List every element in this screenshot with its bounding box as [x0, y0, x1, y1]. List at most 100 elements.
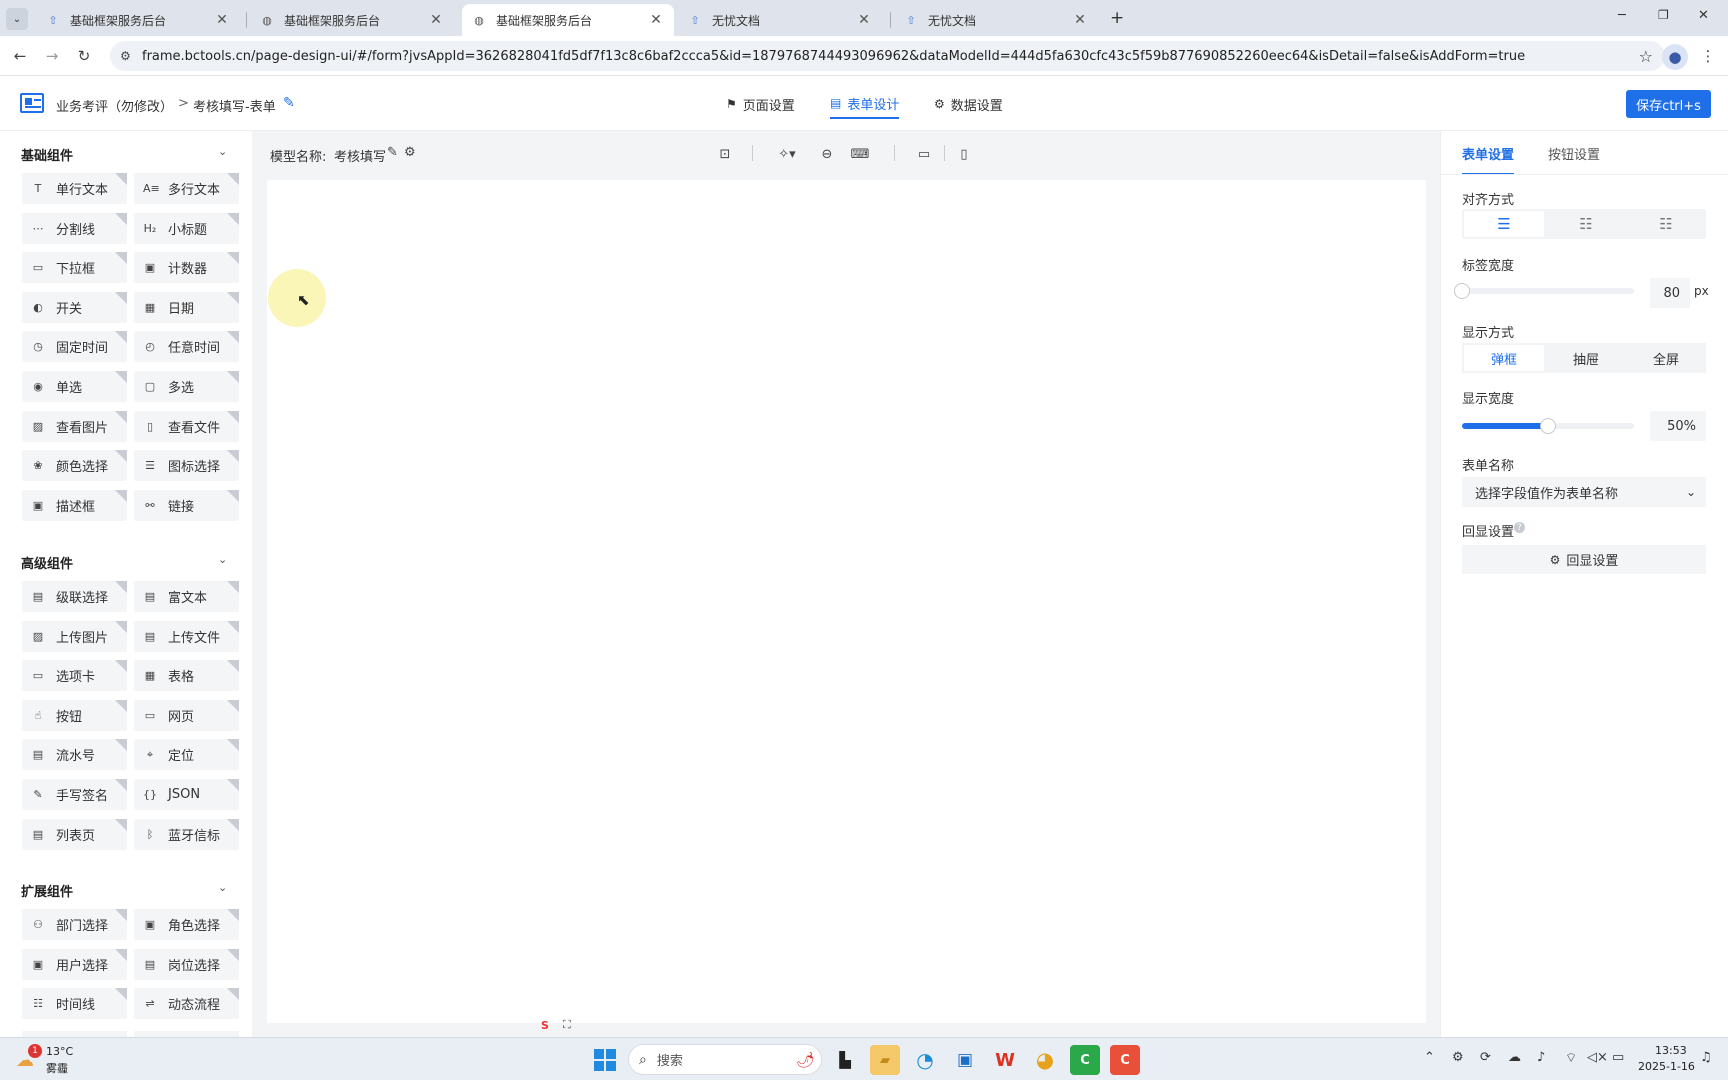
volume-muted-icon[interactable]: ◁×	[1587, 1050, 1608, 1065]
component-item[interactable]: ▤ 上传文件	[134, 620, 239, 652]
microphone-icon[interactable]: ♪	[1537, 1050, 1545, 1065]
collapse-chevron-icon[interactable]: ⌄	[218, 881, 227, 894]
component-item[interactable]: ▭ 选项卡	[22, 660, 127, 692]
tab-form-settings[interactable]: 表单设置	[1462, 144, 1515, 175]
component-item[interactable]: ☷ 时间线	[22, 988, 127, 1020]
close-window-icon[interactable]: ✕	[1698, 8, 1709, 23]
browser-tab[interactable]: ⇧ 无忧文档 ✕	[678, 4, 882, 36]
component-item[interactable]: ▭ 网页	[134, 699, 239, 731]
component-item[interactable]: ☰ 图标选择	[134, 450, 239, 482]
form-canvas[interactable]: ⬉	[267, 180, 1426, 1023]
taskbar-search[interactable]: ⌕ 搜索 🌶	[628, 1044, 822, 1075]
label-width-slider[interactable]	[1454, 283, 1634, 299]
component-item[interactable]: ◴ 任意时间	[134, 331, 239, 363]
browser-menu-icon[interactable]: ⋮	[1696, 44, 1720, 68]
collapse-chevron-icon[interactable]: ⌄	[218, 553, 227, 566]
component-item[interactable]: ▣ 用户选择	[22, 948, 127, 980]
clock-date[interactable]: 2025-1-16	[1638, 1060, 1695, 1073]
close-tab-icon[interactable]: ✕	[428, 12, 444, 28]
component-item[interactable]: ▤ 级联选择	[22, 581, 127, 612]
display-mode-drawer[interactable]: 抽屉	[1546, 343, 1626, 373]
tab-button-settings[interactable]: 按钮设置	[1548, 144, 1600, 163]
component-item[interactable]: ▢ 多选	[134, 371, 239, 402]
tab-form-design[interactable]: ▤ 表单设计	[830, 89, 900, 119]
keyboard-icon[interactable]: ⌨	[849, 143, 871, 165]
help-icon[interactable]: ?	[1514, 522, 1525, 533]
clock-time[interactable]: 13:53	[1655, 1044, 1687, 1057]
close-tab-icon[interactable]: ✕	[856, 12, 872, 28]
component-item[interactable]: A≡ 多行文本	[134, 173, 239, 204]
tab-data-settings[interactable]: ⚙ 数据设置	[934, 89, 1003, 119]
tray-sync-icon[interactable]: ⟳	[1480, 1050, 1491, 1065]
file-explorer-icon[interactable]: ▰	[870, 1045, 900, 1075]
browser-tab[interactable]: ◍ 基础框架服务后台 ✕	[250, 4, 454, 36]
bookmark-star-icon[interactable]: ☆	[1638, 46, 1653, 66]
component-item[interactable]: ▭ 下拉框	[22, 252, 127, 284]
notifications-bell-icon[interactable]: ♫	[1700, 1050, 1712, 1065]
component-item[interactable]: ⋯ 分割线	[22, 212, 127, 244]
tab-list-dropdown-button[interactable]: ⌄	[6, 8, 28, 30]
address-bar[interactable]: ⚙ frame.bctools.cn/page-design-ui/#/form…	[110, 41, 1665, 71]
browser-tab-active[interactable]: ◍ 基础框架服务后台 ✕	[462, 4, 674, 36]
component-item[interactable]: ▤ 富文本	[134, 581, 239, 612]
battery-icon[interactable]: ▭	[1612, 1050, 1624, 1065]
component-item[interactable]: ❀ 颜色选择	[22, 450, 127, 482]
browser-tab[interactable]: ⇧ 基础框架服务后台 ✕	[36, 4, 240, 36]
component-item[interactable]: T 单行文本	[22, 173, 127, 204]
forward-arrow-icon[interactable]: →	[40, 44, 64, 68]
lock-icon[interactable]: ⊡	[714, 143, 736, 165]
align-top-button[interactable]: ☰	[1464, 211, 1544, 237]
component-item[interactable]: ▣ 描述框	[22, 489, 127, 521]
chrome-browser-icon[interactable]: ◕	[1030, 1045, 1060, 1075]
drag-drop-zone[interactable]	[267, 180, 1426, 240]
tray-app-icon[interactable]: ⚙	[1452, 1050, 1464, 1065]
edge-browser-icon[interactable]: ◔	[910, 1045, 940, 1075]
component-item[interactable]: ▤ 流水号	[22, 739, 127, 771]
breadcrumb-root[interactable]: 业务考评（勿修改）	[56, 96, 173, 115]
component-item[interactable]: ▨ 上传图片	[22, 620, 127, 652]
magic-wand-dropdown-icon[interactable]: ✧▾	[768, 143, 806, 165]
component-item[interactable]: ◷ 固定时间	[22, 331, 127, 363]
windows-start-icon[interactable]	[594, 1049, 616, 1071]
close-tab-icon[interactable]: ✕	[214, 12, 230, 28]
display-width-slider[interactable]	[1462, 418, 1634, 434]
model-settings-icon[interactable]: ⚙	[404, 145, 416, 160]
component-item[interactable]: ▤ 列表页	[22, 818, 127, 850]
back-arrow-icon[interactable]: ←	[8, 44, 32, 68]
component-item[interactable]: ▤ 岗位选择	[134, 948, 239, 980]
component-item[interactable]: ▣ 计数器	[134, 252, 239, 284]
profile-icon[interactable]: ●	[1662, 44, 1688, 70]
component-item[interactable]: ⚇ 部门选择	[22, 909, 127, 940]
component-item[interactable]: ⚯ 链接	[134, 489, 239, 521]
wifi-icon[interactable]: ⌔	[1565, 1050, 1577, 1066]
component-item[interactable]: ⌖ 定位	[134, 739, 239, 771]
component-item[interactable]: ▦ 日期	[134, 291, 239, 323]
label-width-input[interactable]: 80	[1650, 278, 1690, 308]
component-item[interactable]: {} JSON	[134, 779, 239, 810]
ime-indicator-icon[interactable]: S	[541, 1019, 549, 1032]
display-mode-popup[interactable]: 弹框	[1464, 345, 1544, 371]
component-item[interactable]: ▦ 表格	[134, 660, 239, 692]
align-right-button[interactable]: ☷	[1626, 209, 1706, 239]
weather-widget[interactable]: ☁ 1 13°C 雾霾	[16, 1044, 96, 1076]
component-item[interactable]: ▣ 角色选择	[134, 909, 239, 940]
restore-window-icon[interactable]: ❐	[1658, 8, 1669, 22]
save-button[interactable]: 保存ctrl+s	[1626, 90, 1711, 118]
component-item[interactable]: H₂ 小标题	[134, 212, 239, 244]
display-width-input[interactable]: 50%	[1650, 411, 1706, 441]
onedrive-icon[interactable]: ☁	[1508, 1050, 1521, 1065]
component-item[interactable]: ☝ 按钮	[22, 699, 127, 731]
component-item[interactable]: ◐ 开关	[22, 291, 127, 323]
tab-page-settings[interactable]: ⚑ 页面设置	[726, 89, 795, 119]
close-tab-icon[interactable]: ✕	[648, 12, 664, 28]
tray-expand-icon[interactable]: ⌃	[1424, 1050, 1435, 1065]
browser-tab[interactable]: ⇧ 无忧文档 ✕	[894, 4, 1098, 36]
wps-office-icon[interactable]: W	[990, 1045, 1020, 1075]
task-view-icon[interactable]: ▙	[830, 1045, 860, 1075]
echo-settings-button[interactable]: ⚙ 回显设置	[1462, 545, 1706, 574]
ide-app-icon[interactable]: C	[1070, 1045, 1100, 1075]
component-item[interactable]: ▯ 查看文件	[134, 410, 239, 442]
display-mode-fullscreen[interactable]: 全屏	[1626, 343, 1706, 373]
edit-title-icon[interactable]: ✎	[283, 95, 295, 111]
active-app-icon[interactable]: C	[1110, 1045, 1140, 1075]
